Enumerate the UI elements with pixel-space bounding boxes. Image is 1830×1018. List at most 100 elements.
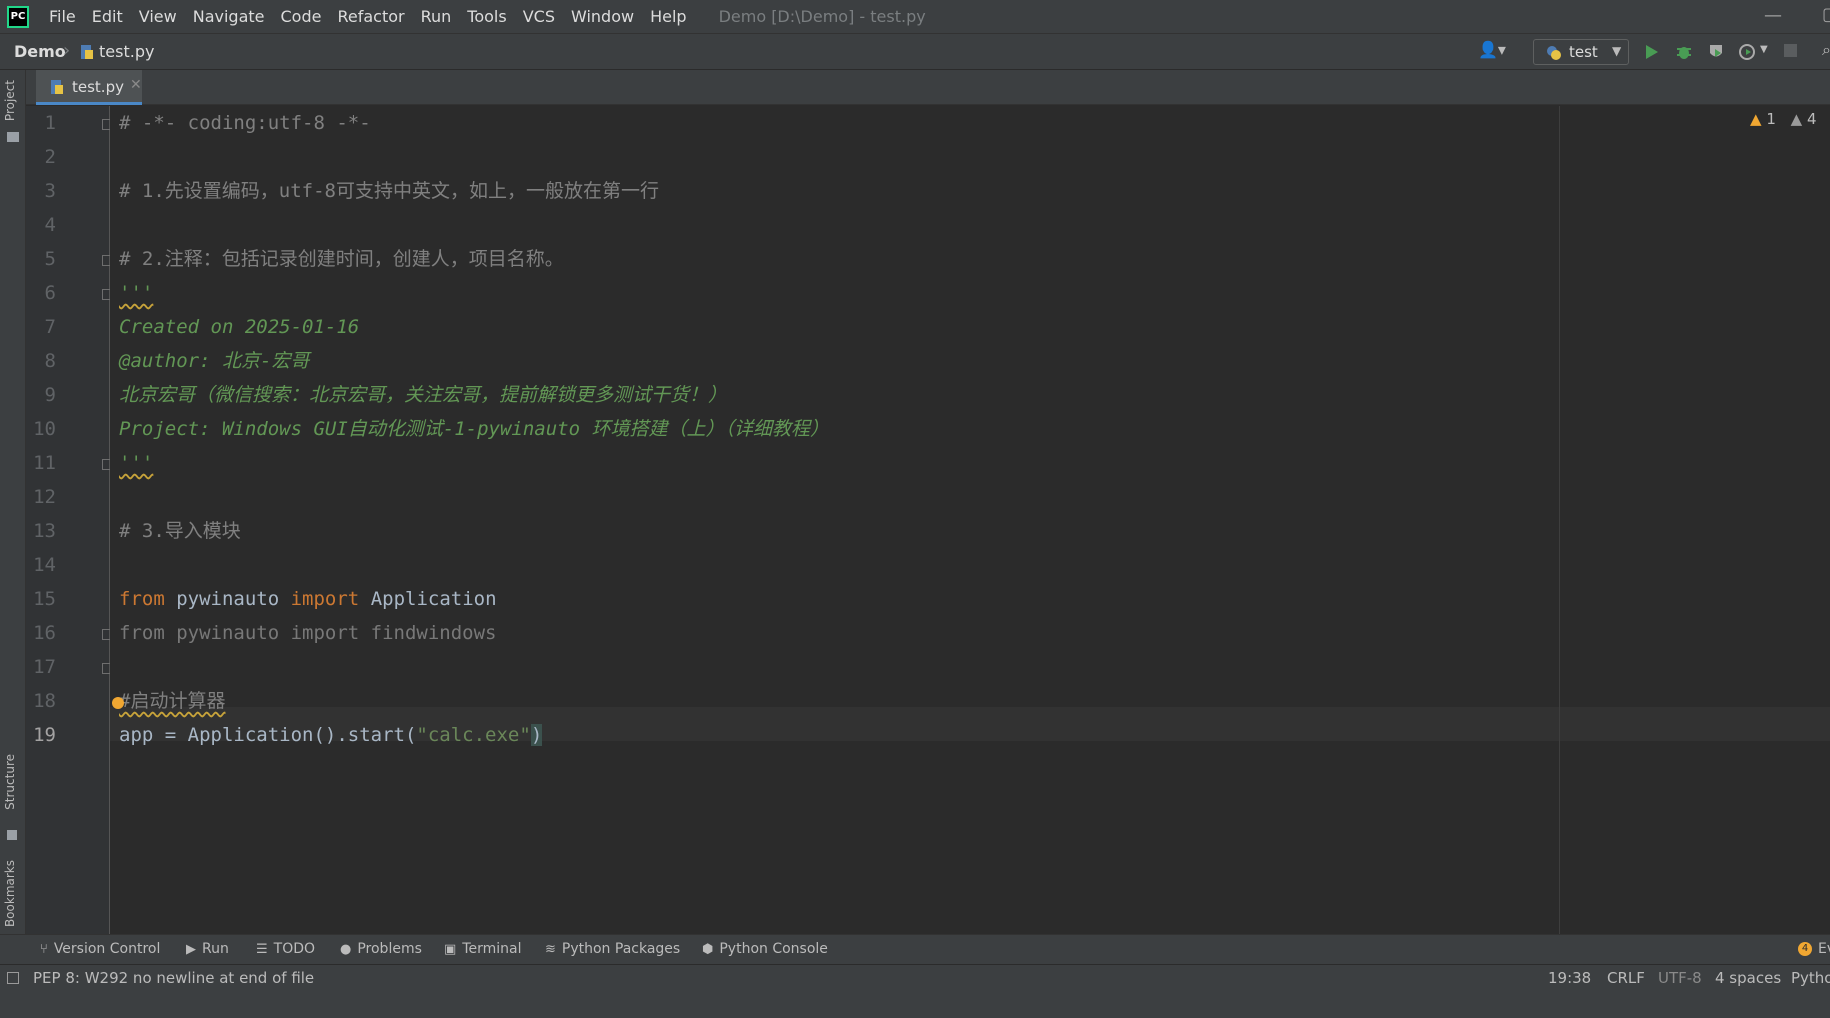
menu-tools[interactable]: Tools (459, 0, 514, 34)
code-line-10: Project: Windows GUI自动化测试-1-pywinauto 环境… (119, 418, 829, 440)
navigation-bar: Demo › test.py 👤▾ test ▼ ▼ ⌕ (0, 34, 1830, 70)
python-console-label: Python Console (719, 941, 828, 957)
line-number: 5 (44, 248, 56, 270)
problems-label: Problems (357, 941, 422, 957)
intention-bulb-icon[interactable] (112, 697, 124, 709)
python-packages-button[interactable]: ≋ Python Packages (545, 941, 680, 957)
caret-position[interactable]: 19:38 (1548, 969, 1591, 987)
menu-refactor[interactable]: Refactor (329, 0, 412, 34)
line-separator[interactable]: CRLF (1607, 969, 1645, 987)
matched-brace: ) (530, 724, 543, 746)
coverage-icon[interactable] (1707, 43, 1725, 61)
toggle-tool-windows-icon[interactable] (7, 972, 19, 984)
search-everywhere-icon[interactable]: ⌕ (1822, 40, 1830, 60)
line-number-current: 19 (33, 724, 56, 746)
profile-icon[interactable] (1738, 43, 1756, 61)
menu-edit[interactable]: Edit (84, 0, 131, 34)
line-number: 17 (33, 656, 56, 678)
indent-setting[interactable]: 4 spaces (1715, 969, 1781, 987)
menu-help[interactable]: Help (642, 0, 694, 34)
line-number: 14 (33, 554, 56, 576)
minimize-icon[interactable]: — (1764, 5, 1782, 26)
menu-window[interactable]: Window (563, 0, 642, 34)
code-line-18: #启动计算器 (119, 684, 225, 718)
line-number: 8 (44, 350, 56, 372)
code-line-3: # 1.先设置编码，utf-8可支持中英文，如上，一般放在第一行 (119, 180, 659, 202)
menu-run[interactable]: Run (413, 0, 460, 34)
imported-name: Application (359, 588, 497, 610)
version-control-label: Version Control (53, 941, 161, 957)
chevron-down-icon: ▼ (1612, 44, 1622, 58)
breadcrumb-file[interactable]: test.py (99, 42, 154, 61)
event-log-button[interactable]: 4 Ev (1798, 941, 1830, 957)
line-number: 10 (33, 418, 56, 440)
string-literal: "calc.exe" (416, 724, 531, 746)
menu-view[interactable]: View (131, 0, 185, 34)
module-name: pywinauto (164, 588, 291, 610)
menu-navigate[interactable]: Navigate (185, 0, 273, 34)
event-badge-icon: 4 (1798, 942, 1812, 956)
user-account-icon[interactable]: 👤▾ (1478, 40, 1506, 59)
docstring-quote: ''' (119, 282, 154, 304)
line-number: 9 (44, 384, 56, 406)
line-number: 1 (44, 112, 56, 134)
pycharm-logo-icon: PC (7, 5, 29, 28)
todo-button[interactable]: ☰ TODO (256, 941, 315, 957)
bookmarks-tool-tab[interactable]: Bookmarks (3, 860, 17, 927)
todo-label: TODO (273, 941, 316, 957)
terminal-button[interactable]: ▣ Terminal (444, 941, 521, 957)
tab-label: test.py (72, 78, 124, 96)
python-file-icon (51, 80, 63, 94)
code-line-15: from pywinauto import Application (119, 582, 497, 616)
line-number: 12 (33, 486, 56, 508)
tab-test-py[interactable]: test.py ✕ (36, 70, 142, 105)
status-message: PEP 8: W292 no newline at end of file (33, 969, 315, 987)
editor-gutter: 1 2 3 4 5 6 7 8 9 10 11 12 13 14 15 16 1… (26, 106, 113, 934)
code-editor[interactable]: ▲ 1 ▲ 4 # -*- coding:utf-8 -*- # 1.先设置编码… (110, 106, 1830, 934)
close-icon[interactable]: ✕ (130, 77, 142, 93)
structure-tool-tab[interactable]: Structure (3, 754, 17, 810)
run-tool-button[interactable]: ▶ Run (186, 941, 229, 957)
maximize-icon[interactable]: ▢ (1822, 4, 1830, 25)
python-file-icon (81, 45, 93, 59)
warning-count: 1 (1766, 110, 1776, 128)
menu-file[interactable]: File (41, 0, 84, 34)
menu-code[interactable]: Code (273, 0, 330, 34)
debug-icon[interactable] (1675, 43, 1693, 61)
line-number: 4 (44, 214, 56, 236)
python-interpreter[interactable]: Pytho (1791, 969, 1830, 987)
layers-icon: ≋ (545, 941, 556, 957)
run-configuration-label: test (1569, 43, 1598, 61)
run-configuration-selector[interactable]: test ▼ (1533, 39, 1629, 65)
line-number: 13 (33, 520, 56, 542)
stop-icon[interactable] (1784, 44, 1797, 57)
run-icon: ▶ (186, 941, 196, 957)
file-encoding[interactable]: UTF-8 (1658, 969, 1702, 987)
inspection-widget[interactable]: ▲ 1 ▲ 4 (1750, 110, 1817, 128)
more-run-options-icon[interactable]: ▼ (1760, 44, 1768, 55)
version-control-button[interactable]: ⑂ Version Control (40, 941, 160, 957)
python-console-button[interactable]: ⬢ Python Console (702, 941, 828, 957)
code-text: app = Application().start( (119, 724, 417, 746)
weak-warning-icon: ▲ (1790, 110, 1803, 128)
terminal-label: Terminal (462, 941, 522, 957)
info-icon: ● (340, 941, 352, 957)
list-icon: ☰ (256, 941, 268, 957)
run-icon[interactable] (1645, 44, 1659, 60)
line-number: 7 (44, 316, 56, 338)
code-line-7: Created on 2025-01-16 (119, 316, 360, 338)
warning-icon: ▲ (1750, 110, 1762, 128)
problems-button[interactable]: ● Problems (340, 941, 422, 957)
menu-vcs[interactable]: VCS (515, 0, 563, 34)
code-line-9: 北京宏哥（微信搜索：北京宏哥，关注宏哥，提前解锁更多测试干货！） (119, 384, 728, 406)
line-number: 18 (33, 690, 56, 712)
code-line-11: ''' (119, 446, 153, 480)
branch-icon: ⑂ (40, 941, 48, 957)
project-tool-tab[interactable]: Project (3, 80, 17, 121)
breadcrumb-project[interactable]: Demo (14, 42, 66, 61)
python-packages-label: Python Packages (561, 941, 681, 957)
keyword-from: from (119, 588, 165, 610)
code-line-5: # 2.注释：包括记录创建时间，创建人，项目名称。 (119, 248, 564, 270)
line-number: 3 (44, 180, 56, 202)
tool-window-bar: ⑂ Version Control ▶ Run ☰ TODO ● Problems ▣ T… (0, 934, 1830, 964)
